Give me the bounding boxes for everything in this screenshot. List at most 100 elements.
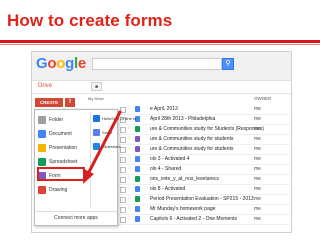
menu-item-label: Document [49, 131, 72, 137]
form-highlight-box [37, 167, 85, 181]
file-type-icon [135, 166, 140, 172]
file-title[interactable]: Capitols 6 - Activated 2 - One Moments [150, 216, 237, 222]
menu-item-label: Drawing [49, 187, 68, 193]
file-owner: me [254, 196, 261, 202]
upload-icon: ⇧ [67, 99, 73, 105]
menu-item-folder[interactable]: Folder [35, 113, 89, 127]
star-icon[interactable]: ☆ [127, 165, 131, 171]
google-header: Google ⚲ [32, 52, 291, 81]
file-type-icon [135, 206, 140, 212]
checkbox[interactable] [120, 137, 126, 143]
document-icon [38, 130, 46, 138]
file-type-icon [135, 186, 140, 192]
file-owner: me [254, 186, 261, 192]
star-icon[interactable]: ☆ [127, 215, 131, 221]
checkbox[interactable] [120, 157, 126, 163]
checkbox[interactable] [120, 187, 126, 193]
search-input[interactable] [92, 58, 222, 70]
menu-item-presentation[interactable]: Presentation [35, 141, 89, 155]
drive-label[interactable]: Drive [38, 83, 52, 89]
checkbox[interactable] [120, 177, 126, 183]
create-menu: Folder Document Presentation Spreadsheet… [34, 109, 136, 226]
file-owner: me [254, 206, 261, 212]
file-title[interactable]: ols 4 - Shared [150, 166, 181, 172]
file-owner: me [254, 106, 261, 112]
checkbox[interactable] [120, 167, 126, 173]
file-type-icon [135, 176, 140, 182]
star-icon[interactable]: ☆ [127, 135, 131, 141]
google-logo[interactable]: Google [36, 55, 86, 72]
file-title[interactable]: Period Presentation Evaluation - SP215 -… [150, 196, 254, 202]
file-owner: me [254, 136, 261, 142]
file-owner: me [254, 126, 261, 132]
menu-divider [90, 112, 91, 209]
menu-item-label: Spreadsheet [49, 159, 78, 165]
search-button[interactable]: ⚲ [222, 58, 234, 70]
menu-item-document[interactable]: Document [35, 127, 89, 141]
menu-item-label: Script [102, 130, 113, 135]
menu-item-label: Folder [49, 117, 64, 123]
file-title[interactable]: ure & Communities study for students [150, 146, 233, 152]
file-title[interactable]: e April, 2013 [150, 106, 178, 112]
checkbox[interactable] [120, 197, 126, 203]
star-icon[interactable]: ☆ [127, 195, 131, 201]
file-title[interactable]: ols 8 - Activated [150, 186, 185, 192]
script-icon [93, 129, 100, 136]
star-icon[interactable]: ☆ [127, 125, 131, 131]
menu-item-label: Slideshare [102, 144, 121, 149]
file-type-icon [135, 106, 140, 112]
star-icon[interactable]: ☆ [127, 155, 131, 161]
checkbox[interactable] [120, 127, 126, 133]
spreadsheet-icon [38, 158, 46, 166]
file-title[interactable]: ure & Communities study for Students (Re… [150, 126, 264, 132]
folder-plus-icon: ■ [94, 84, 99, 90]
checkbox[interactable] [120, 207, 126, 213]
file-owner: me [254, 146, 261, 152]
menu-item-label: Presentation [49, 145, 78, 151]
menu-item-slideshare[interactable]: Slideshare [92, 141, 121, 153]
star-icon[interactable]: ☆ [127, 185, 131, 191]
file-type-icon [135, 146, 140, 152]
menu-item-drawing[interactable]: Drawing [35, 183, 89, 197]
file-owner: me [254, 216, 261, 222]
star-icon[interactable]: ☆ [127, 175, 131, 181]
file-owner: me [254, 156, 261, 162]
checkbox[interactable] [120, 217, 126, 223]
file-title[interactable]: ure & Communities study for students [150, 136, 233, 142]
file-type-icon [135, 216, 140, 222]
hellosign-icon [93, 115, 100, 122]
menu-item-script[interactable]: Script [92, 127, 118, 139]
file-type-icon [135, 196, 140, 202]
search-icon: ⚲ [225, 60, 231, 67]
drawing-icon [38, 186, 46, 194]
new-folder-button[interactable]: ■ [91, 82, 102, 91]
file-owner: me [254, 166, 261, 172]
title-underline-thin [0, 44, 320, 45]
star-icon[interactable]: ☆ [127, 145, 131, 151]
drive-screenshot: Google ⚲ Drive ■ My Drive OWNER CREATE ⇧… [31, 51, 292, 233]
menu-item-label: HelloSign Online si [102, 116, 136, 121]
file-type-icon [135, 136, 140, 142]
star-icon[interactable]: ☆ [127, 205, 131, 211]
create-button[interactable]: CREATE [35, 98, 63, 107]
star-icon[interactable]: ☆ [127, 105, 131, 111]
checkbox[interactable] [120, 107, 126, 113]
file-title[interactable]: Mr Munday's homework page [150, 206, 215, 212]
upload-button[interactable]: ⇧ [65, 98, 75, 107]
file-type-icon [135, 126, 140, 132]
connect-more-apps-link[interactable]: Connect more apps [35, 211, 117, 225]
file-title[interactable]: ols 3 - Activated 4 [150, 156, 189, 162]
presentation-icon [38, 144, 46, 152]
file-owner: me [254, 116, 261, 122]
slide-title: How to create forms [7, 11, 173, 30]
file-title[interactable]: April 28th 2013 - Philadelphia [150, 116, 215, 122]
file-row[interactable]: ☆ Capitols 6 - Activated 2 - One Moments m… [118, 214, 290, 225]
file-type-icon [135, 156, 140, 162]
slideshare-icon [93, 143, 100, 150]
my-drive-heading[interactable]: My Drive [88, 96, 104, 101]
file-title[interactable]: ons_vote_y_at_nos_lesetarecs [150, 176, 219, 182]
menu-item-hellosign[interactable]: HelloSign Online si [92, 113, 136, 125]
title-underline [0, 40, 320, 43]
drive-toolbar: Drive ■ [32, 81, 291, 94]
owner-column-header[interactable]: OWNER [254, 96, 271, 101]
